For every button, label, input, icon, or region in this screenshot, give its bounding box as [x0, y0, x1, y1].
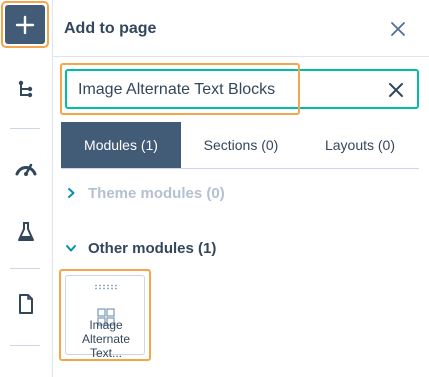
- add-button-highlight: [1, 1, 49, 48]
- other-modules-label: Other modules (1): [88, 239, 217, 257]
- other-modules-toggle[interactable]: Other modules (1): [65, 238, 216, 258]
- tab-modules[interactable]: Modules (1): [61, 122, 181, 168]
- search-highlight: [60, 63, 300, 115]
- rail-divider: [10, 345, 40, 346]
- panel-header: Add to page: [53, 0, 429, 57]
- theme-modules-label: Theme modules (0): [88, 184, 225, 202]
- chevron-down-icon: [66, 245, 76, 252]
- tab-layouts[interactable]: Layouts (0): [301, 122, 419, 168]
- close-icon: [391, 22, 405, 36]
- flask-icon: [18, 222, 34, 241]
- page-settings-button[interactable]: [0, 282, 52, 326]
- theme-modules-toggle[interactable]: Theme modules (0): [65, 183, 225, 203]
- tree-structure-icon: [18, 80, 33, 98]
- add-icon: [15, 15, 35, 34]
- close-button[interactable]: [389, 20, 407, 38]
- module-card-highlight: [59, 269, 151, 361]
- clear-search-button[interactable]: [388, 82, 404, 98]
- tab-bar: Modules (1) Sections (0) Layouts (0): [61, 122, 419, 169]
- close-icon: [389, 83, 403, 97]
- add-button[interactable]: [5, 5, 45, 44]
- rail-divider: [10, 128, 40, 129]
- speedometer-icon: [15, 163, 37, 176]
- tab-sections[interactable]: Sections (0): [181, 122, 301, 168]
- optimize-button[interactable]: [0, 146, 52, 190]
- test-button[interactable]: [0, 210, 52, 254]
- add-to-page-panel: Add to page Image Alternate Text Blocks …: [53, 0, 429, 377]
- rail-divider: [10, 268, 40, 269]
- structure-button[interactable]: [0, 68, 52, 112]
- document-icon: [19, 294, 33, 314]
- panel-title: Add to page: [64, 20, 157, 37]
- chevron-right-icon: [68, 188, 75, 198]
- left-rail: [0, 0, 53, 377]
